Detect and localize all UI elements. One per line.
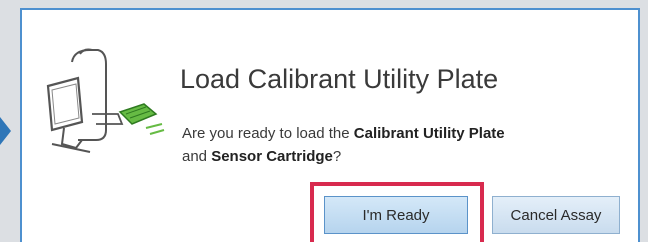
message-text: Are you ready to load the — [182, 125, 354, 142]
message-plate-name: Calibrant Utility Plate — [353, 125, 505, 142]
screen: Load Calibrant Utility Plate Are you rea… — [0, 0, 648, 242]
load-plate-dialog: Load Calibrant Utility Plate Are you rea… — [20, 8, 640, 242]
message-text: and — [182, 148, 212, 165]
message-cartridge-name: Sensor Cartridge — [211, 148, 333, 165]
instrument-loading-illustration-icon — [46, 48, 165, 153]
im-ready-button[interactable]: I'm Ready — [324, 196, 468, 234]
pointer-arrow-icon — [0, 117, 11, 145]
dialog-title: Load Calibrant Utility Plate — [180, 64, 499, 94]
message-text: ? — [332, 148, 342, 165]
dialog-message: Are you ready to load the Calibrant Util… — [182, 122, 612, 168]
cancel-assay-button[interactable]: Cancel Assay — [492, 196, 620, 234]
